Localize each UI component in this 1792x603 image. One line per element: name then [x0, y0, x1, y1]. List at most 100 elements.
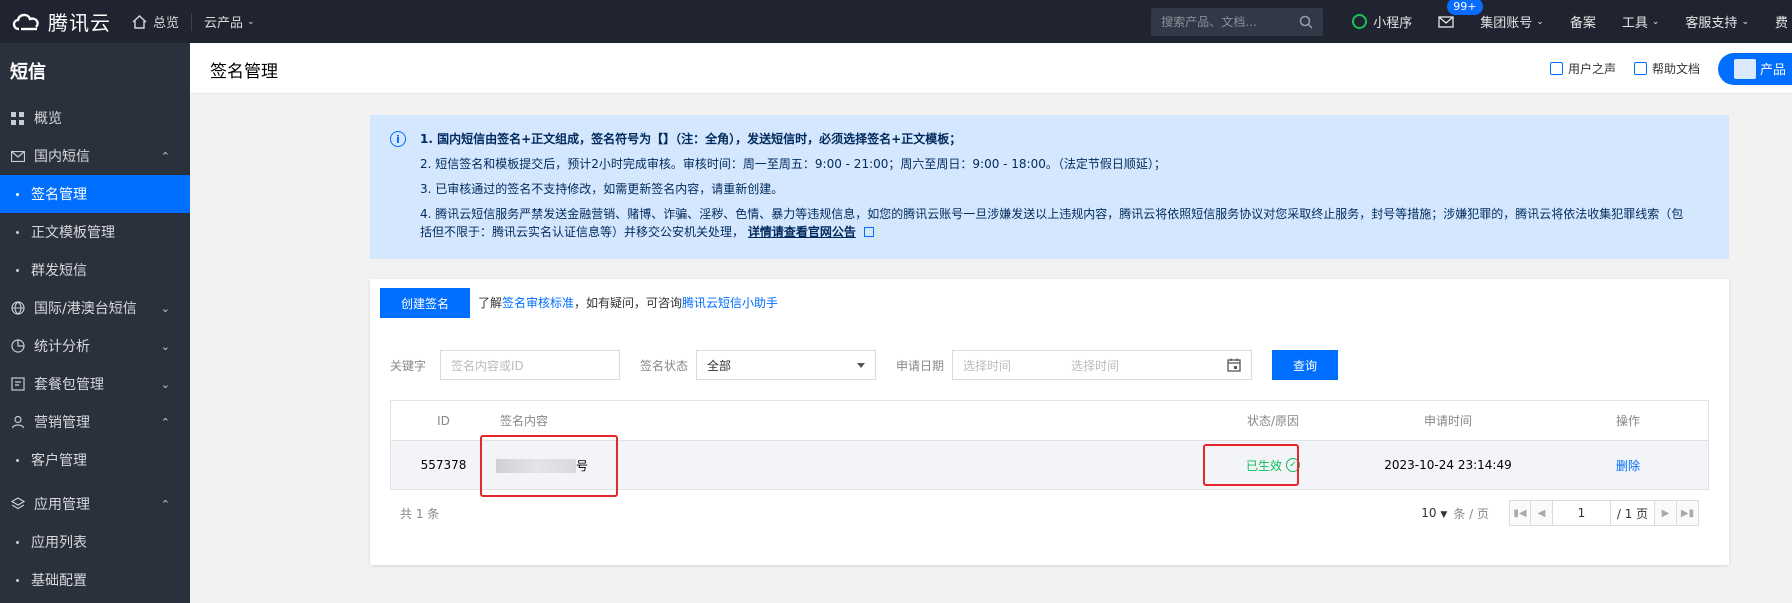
record-link[interactable]: 备案	[1557, 0, 1609, 43]
sidebar-item-package[interactable]: 套餐包管理 ⌄	[0, 365, 190, 403]
sidebar-item-label: 套餐包管理	[34, 377, 104, 393]
notice-line-1: 1. 国内短信由签名+正文组成，签名符号为【】（注：全角），发送短信时，必须选择…	[420, 132, 962, 146]
date-label: 申请日期	[896, 358, 945, 373]
sidebar-item-overview[interactable]: 概览	[0, 99, 190, 137]
first-page-button[interactable]: ▮◀	[1509, 500, 1531, 526]
bullet-icon	[16, 458, 19, 462]
date-range-picker[interactable]: 选择时间 选择时间	[952, 350, 1253, 380]
message-button[interactable]: 99+	[1425, 0, 1483, 43]
page-number-input[interactable]: 1	[1553, 500, 1611, 526]
status-select[interactable]: 全部	[696, 350, 877, 380]
chevron-up-icon: ⌃	[160, 497, 170, 511]
status-select-value: 全部	[707, 358, 732, 373]
sidebar-item-marketing[interactable]: 营销管理 ⌃	[0, 403, 190, 441]
document-icon	[1633, 62, 1647, 75]
sidebar-item-label: 应用列表	[31, 535, 87, 551]
sidebar: 短信 概览 国内短信 ⌃ 签名管理 正文模板管理 群发短信 国际/港澳台短信 ⌄…	[0, 43, 190, 603]
group-account-menu[interactable]: 集团账号 ⌄	[1467, 0, 1557, 43]
sidebar-item-app-list[interactable]: 应用列表	[0, 523, 190, 561]
sms-assistant-link[interactable]: 腾讯云短信小助手	[682, 296, 778, 310]
mini-program-icon	[1352, 14, 1368, 29]
sidebar-title: 短信	[10, 62, 46, 83]
mail-icon	[1438, 15, 1454, 28]
bullet-icon	[16, 578, 19, 582]
sidebar-item-label: 签名管理	[31, 187, 87, 203]
products-menu[interactable]: 云产品 ⌄	[192, 0, 267, 43]
chevron-down-icon: ⌄	[1536, 16, 1544, 27]
chevron-down-icon: ⌄	[1741, 16, 1749, 27]
keyword-input[interactable]: 签名内容或ID	[440, 350, 621, 380]
review-standard-link[interactable]: 签名审核标准	[502, 296, 574, 310]
sidebar-item-label: 应用管理	[34, 497, 90, 513]
sidebar-item-apps[interactable]: 应用管理 ⌃	[0, 485, 190, 523]
package-icon	[10, 377, 25, 392]
edit-icon	[1549, 62, 1563, 75]
overview-link[interactable]: 总览	[120, 0, 191, 43]
home-icon	[132, 14, 147, 29]
column-header-content: 签名内容	[500, 414, 549, 428]
create-signature-button[interactable]: 创建签名	[380, 288, 470, 318]
next-page-button[interactable]: ▶	[1655, 500, 1677, 526]
chevron-up-icon: ⌃	[160, 149, 170, 163]
notice-line-4-cont: 括但不限于：腾讯云实名认证信息等）并移交公安机关处理，	[420, 225, 745, 239]
overview-label: 总览	[153, 16, 180, 31]
help-docs-link[interactable]: 帮助文档	[1633, 60, 1700, 77]
column-header-op: 操作	[1615, 414, 1640, 428]
calendar-icon[interactable]	[1227, 358, 1241, 372]
sidebar-item-label: 群发短信	[31, 263, 87, 279]
sidebar-item-signature[interactable]: 签名管理	[0, 175, 190, 213]
support-menu[interactable]: 客服支持 ⌄	[1672, 0, 1762, 43]
signature-panel: 创建签名 了解签名审核标准，如有疑问，可咨询腾讯云短信小助手 关键字 签名内容或…	[370, 279, 1729, 565]
user-voice-link[interactable]: 用户之声	[1549, 60, 1616, 77]
sidebar-item-label: 统计分析	[34, 339, 90, 355]
sidebar-item-domestic-sms[interactable]: 国内短信 ⌃	[0, 137, 190, 175]
tip-middle: ，如有疑问，可咨询	[574, 296, 683, 310]
notice-banner: i 1. 国内短信由签名+正文组成，签名符号为【】（注：全角），发送短信时，必须…	[370, 115, 1729, 259]
status-highlight-box	[1203, 444, 1299, 486]
bullet-icon	[16, 540, 19, 544]
bullet-icon	[16, 230, 19, 234]
sidebar-item-customer[interactable]: 客户管理	[0, 441, 190, 479]
prev-page-button[interactable]: ◀	[1531, 500, 1553, 526]
top-navigation-bar: 腾讯云 总览 云产品 ⌄ 搜索产品、文档... 小程序 99+ 集团账号 ⌄ 备…	[0, 0, 1792, 43]
official-announcement-link[interactable]: 详情请查看官网公告	[748, 225, 856, 239]
notice-line-3: 3. 已审核通过的签名不支持修改，如需更新签名内容，请重新创建。	[420, 182, 784, 196]
sidebar-item-intl-sms[interactable]: 国际/港澳台短信 ⌄	[0, 289, 190, 327]
mini-program-label: 小程序	[1373, 16, 1413, 31]
delete-link[interactable]: 删除	[1616, 459, 1640, 473]
status-label: 签名状态	[640, 358, 689, 373]
brand-logo[interactable]: 腾讯云	[0, 7, 120, 36]
sidebar-item-basic-config[interactable]: 基础配置	[0, 561, 190, 599]
billing-menu[interactable]: 费	[1762, 0, 1792, 43]
layers-icon	[10, 497, 25, 512]
tip-prefix: 了解	[478, 296, 503, 310]
page-header: 签名管理 用户之声 帮助文档 产品	[190, 43, 1792, 94]
search-icon[interactable]	[1299, 15, 1313, 29]
product-tab[interactable]: 产品	[1718, 52, 1792, 85]
create-tip: 了解签名审核标准，如有疑问，可咨询腾讯云短信小助手	[478, 294, 778, 311]
chevron-down-icon: ⌄	[160, 339, 170, 353]
chevron-down-icon: ⌄	[160, 377, 170, 391]
sidebar-item-template[interactable]: 正文模板管理	[0, 213, 190, 251]
chevron-down-icon: ⌄	[1651, 16, 1660, 27]
chevron-down-icon: ⌄	[160, 301, 170, 315]
total-count: 共 1 条	[400, 506, 440, 521]
page-size-select[interactable]: 10 ▼	[1421, 506, 1447, 520]
mini-program-link[interactable]: 小程序	[1339, 0, 1425, 43]
start-date-placeholder: 选择时间	[963, 358, 1012, 373]
user-icon	[10, 415, 25, 430]
globe-icon	[10, 301, 25, 316]
last-page-button[interactable]: ▶▮	[1677, 500, 1699, 526]
external-link-icon[interactable]	[863, 227, 874, 237]
sidebar-item-stats[interactable]: 统计分析 ⌄	[0, 327, 190, 365]
column-header-time: 申请时间	[1423, 414, 1472, 428]
tools-menu[interactable]: 工具 ⌄	[1609, 0, 1673, 43]
support-label: 客服支持	[1685, 16, 1738, 31]
grid-icon	[10, 111, 25, 126]
search-input[interactable]: 搜索产品、文档...	[1151, 7, 1324, 36]
sidebar-item-label: 营销管理	[34, 415, 90, 431]
query-button[interactable]: 查询	[1272, 350, 1339, 380]
sidebar-item-bulk-sms[interactable]: 群发短信	[0, 251, 190, 289]
notice-line-4: 4. 腾讯云短信服务严禁发送金融营销、赌博、诈骗、淫秽、色情、暴力等违规信息，如…	[420, 205, 1709, 241]
notice-line-2: 2. 短信签名和模板提交后，预计2小时完成审核。审核时间：周一至周五：9:00 …	[420, 157, 1166, 171]
